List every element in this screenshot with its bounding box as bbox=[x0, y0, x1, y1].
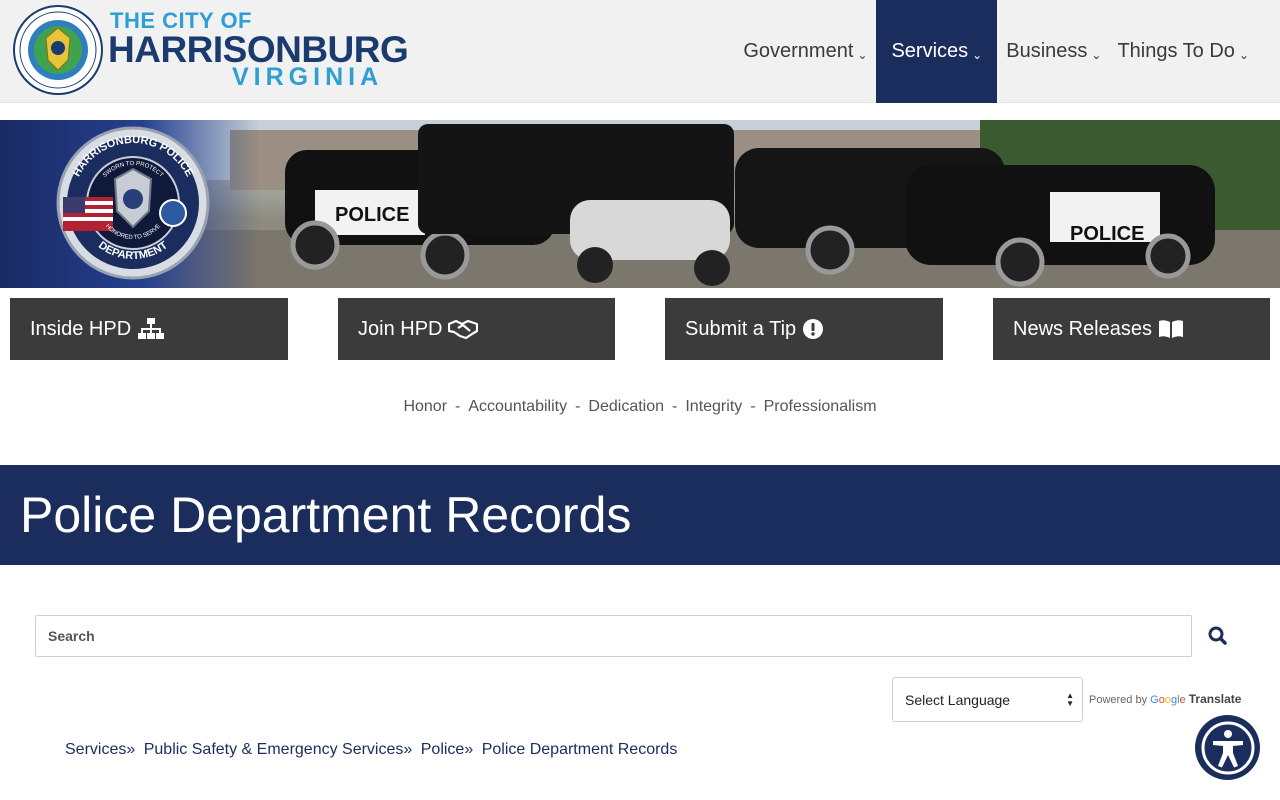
exclamation-circle-icon bbox=[803, 319, 824, 339]
nav-things-to-do[interactable]: Things To Do ⌄ bbox=[1110, 0, 1256, 103]
value-honor: Honor bbox=[403, 398, 448, 415]
nav-government-label: Government bbox=[743, 40, 854, 62]
nav-business[interactable]: Business ⌄ bbox=[999, 0, 1108, 103]
chevron-down-icon: ⌄ bbox=[857, 47, 868, 62]
accessibility-button[interactable] bbox=[1195, 715, 1260, 780]
breadcrumb-separator: » bbox=[403, 741, 413, 758]
logo-line-3: VIRGINIA bbox=[232, 63, 384, 91]
chevron-down-icon: ⌄ bbox=[972, 47, 983, 62]
value-professionalism: Professionalism bbox=[763, 398, 877, 415]
police-badge-icon: HARRISONBURG POLICE DEPARTMENT SWORN TO … bbox=[56, 126, 210, 280]
value-integrity: Integrity bbox=[685, 398, 743, 415]
news-releases-label: News Releases bbox=[1013, 317, 1152, 340]
breadcrumb-services[interactable]: Services bbox=[65, 741, 126, 758]
chevron-down-icon: ⌄ bbox=[1238, 47, 1249, 62]
value-separator: - bbox=[575, 398, 581, 415]
nav-services[interactable]: Services ⌄ bbox=[876, 0, 998, 103]
language-select[interactable]: Select Language ▲ ▼ bbox=[892, 677, 1083, 722]
value-separator: - bbox=[750, 398, 756, 415]
police-banner-image: POLICE POLICE HARRISONBURG HARRISONBURG … bbox=[0, 120, 1280, 288]
news-releases-button[interactable]: News Releases bbox=[993, 298, 1270, 360]
submit-a-tip-button[interactable]: Submit a Tip bbox=[665, 298, 943, 360]
inside-hpd-label: Inside HPD bbox=[30, 317, 132, 340]
value-separator: - bbox=[455, 398, 461, 415]
breadcrumb-separator: » bbox=[464, 741, 474, 758]
join-hpd-button[interactable]: Join HPD bbox=[338, 298, 615, 360]
nav-business-label: Business bbox=[1006, 40, 1088, 62]
nav-services-label: Services bbox=[891, 40, 969, 62]
breadcrumb-current: Police Department Records bbox=[481, 741, 678, 758]
main-nav: Government ⌄ Services ⌄ Business ⌄ Thing… bbox=[736, 0, 1256, 103]
city-seal-icon bbox=[13, 5, 103, 95]
core-values: Honor - Accountability - Dedication - Integrit… bbox=[0, 398, 1280, 416]
page-title: Police Department Records bbox=[20, 487, 632, 543]
submit-a-tip-label: Submit a Tip bbox=[685, 317, 797, 340]
google-logo: Google bbox=[1150, 694, 1186, 706]
powered-by-label: Powered by bbox=[1089, 694, 1148, 706]
chevron-down-icon: ⌄ bbox=[1091, 47, 1102, 62]
search-icon[interactable] bbox=[1206, 624, 1230, 648]
search-input[interactable] bbox=[35, 615, 1192, 657]
handshake-icon bbox=[448, 319, 479, 340]
city-logo[interactable]: THE CITY OF HARRISONBURG VIRGINIA bbox=[12, 4, 409, 96]
breadcrumb-public-safety[interactable]: Public Safety & Emergency Services bbox=[144, 741, 404, 758]
breadcrumb: Services» Public Safety & Emergency Serv… bbox=[65, 741, 677, 759]
inside-hpd-button[interactable]: Inside HPD bbox=[10, 298, 288, 360]
powered-by-google-translate: Powered by Google Translate bbox=[1089, 692, 1241, 706]
value-accountability: Accountability bbox=[468, 398, 568, 415]
open-book-icon bbox=[1158, 320, 1183, 338]
car-sub-right: HARRISONBURG bbox=[1075, 243, 1134, 250]
sitemap-icon bbox=[138, 318, 165, 339]
nav-government[interactable]: Government ⌄ bbox=[736, 0, 874, 103]
breadcrumb-separator: » bbox=[126, 741, 136, 758]
translate-link[interactable]: Translate bbox=[1189, 692, 1242, 706]
select-arrows-icon: ▲ ▼ bbox=[1066, 691, 1074, 708]
car-label-left: POLICE bbox=[335, 204, 409, 226]
language-select-value: Select Language bbox=[905, 691, 1011, 708]
value-dedication: Dedication bbox=[588, 398, 665, 415]
car-label-right: POLICE bbox=[1070, 223, 1144, 245]
breadcrumb-police[interactable]: Police bbox=[421, 741, 465, 758]
accessibility-icon bbox=[1201, 721, 1254, 774]
value-separator: - bbox=[672, 398, 678, 415]
site-header: THE CITY OF HARRISONBURG VIRGINIA Govern… bbox=[0, 0, 1280, 103]
join-hpd-label: Join HPD bbox=[358, 317, 443, 340]
nav-things-to-do-label: Things To Do bbox=[1117, 40, 1235, 62]
